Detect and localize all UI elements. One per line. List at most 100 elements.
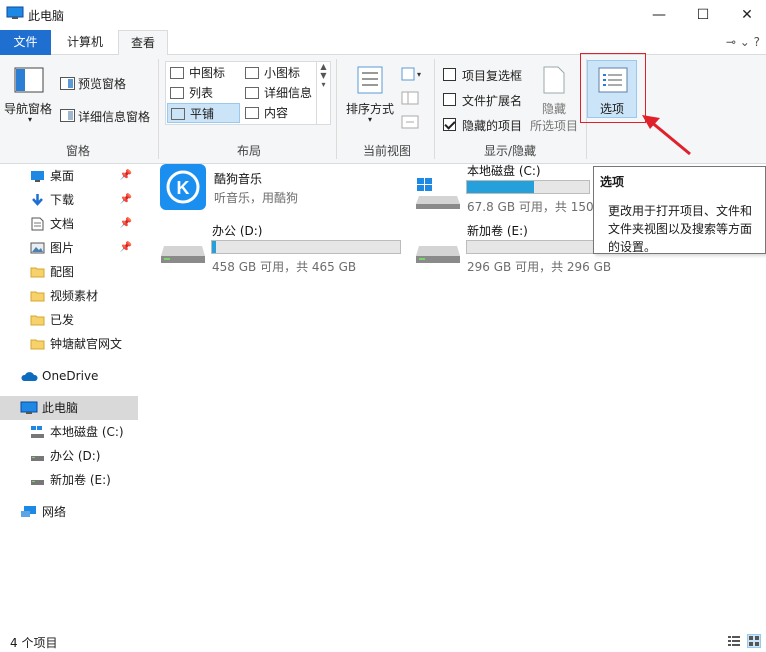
pin-icon: 📌	[119, 242, 132, 253]
details-pane-icon	[60, 109, 75, 122]
nav-item-drive-d[interactable]: 办公 (D:)	[0, 444, 138, 468]
nav-item-folder[interactable]: 已发	[0, 308, 138, 332]
red-arrow-icon	[642, 115, 691, 156]
nav-item-label: 本地磁盘 (C:)	[50, 425, 124, 439]
nav-item-drive-c[interactable]: 本地磁盘 (C:)	[0, 420, 138, 444]
pin-icon: 📌	[119, 170, 132, 181]
navigation-pane-label: 导航窗格	[4, 102, 53, 116]
nav-item-label: 图片	[50, 241, 75, 255]
options-tooltip: 选项 更改用于打开项目、文件和文件夹视图以及搜索等方面的设置。	[593, 166, 766, 254]
maximize-button[interactable]: ☐	[680, 0, 726, 30]
windows-drive-icon	[416, 178, 460, 209]
details-icon	[245, 87, 259, 99]
details-pane-button[interactable]: 详细信息窗格	[78, 108, 150, 125]
divider	[158, 59, 159, 159]
nav-item-folder[interactable]: 配图	[0, 260, 138, 284]
folder-icon	[30, 315, 45, 326]
group-by-icon[interactable]: ▾	[401, 67, 425, 81]
tab-view[interactable]: 查看	[118, 30, 169, 56]
layout-item-label: 详细信息	[264, 86, 313, 100]
kugou-music-icon: K	[160, 164, 206, 210]
layout-group-label: 布局	[236, 144, 261, 158]
size-columns-icon[interactable]	[401, 115, 419, 129]
preview-pane-button[interactable]: 预览窗格	[78, 75, 126, 92]
document-icon	[31, 217, 44, 231]
nav-item-label: 网络	[42, 505, 67, 519]
nav-item-this-pc[interactable]: 此电脑	[0, 396, 138, 420]
nav-item-drive-e[interactable]: 新加卷 (E:)	[0, 468, 138, 492]
tiles-view-icon[interactable]	[747, 634, 761, 648]
divider	[434, 59, 435, 159]
nav-item-label: 此电脑	[42, 401, 79, 415]
layout-medium-icons[interactable]: 中图标	[167, 63, 239, 83]
layout-item-label: 列表	[189, 86, 214, 100]
nav-item-onedrive[interactable]: OneDrive	[0, 364, 138, 388]
title-bar: 此电脑 — ☐ ✕	[0, 0, 766, 30]
drive-name: 新加卷 (E:)	[467, 224, 528, 238]
close-button[interactable]: ✕	[724, 0, 766, 30]
gallery-scrollbar[interactable]: ▲ ▼ ▾	[316, 62, 330, 124]
layout-small-icons[interactable]: 小图标	[242, 63, 316, 83]
sort-by-icon	[357, 66, 383, 94]
nav-item-desktop[interactable]: 桌面 📌	[0, 164, 138, 188]
window-title: 此电脑	[28, 9, 65, 23]
tab-file[interactable]: 文件	[0, 30, 51, 55]
drive-usage-bar	[466, 180, 590, 194]
layout-item-label: 平铺	[190, 107, 215, 121]
hide-selected-line1[interactable]: 隐藏	[542, 100, 566, 117]
drive-name: 办公 (D:)	[212, 224, 263, 238]
nav-item-label: 桌面	[50, 169, 75, 183]
tooltip-title: 选项	[600, 175, 625, 189]
windows-drive-icon	[31, 426, 44, 438]
drive-free-space: 67.8 GB 可用，共 150	[467, 200, 594, 214]
add-columns-icon[interactable]	[401, 91, 419, 105]
navigation-pane: 桌面 📌 下载 📌 文档 📌 图片 📌 配图 视频素材 已发 钟塘献官网文 On…	[0, 164, 140, 630]
hidden-items-checkbox[interactable]	[443, 118, 456, 131]
status-bar: 4 个项目	[0, 630, 766, 652]
nav-item-documents[interactable]: 文档 📌	[0, 212, 138, 236]
item-checkboxes-label: 项目复选框	[462, 69, 523, 83]
drive-usage-fill	[467, 181, 535, 193]
file-extensions-checkbox[interactable]	[443, 93, 456, 106]
layout-gallery: 中图标 小图标 列表 详细信息 平铺 内容 ▲ ▼ ▾	[165, 61, 331, 125]
layout-tiles[interactable]: 平铺	[167, 103, 240, 123]
drive-usage-bar	[466, 240, 606, 254]
drive-icon	[31, 480, 44, 485]
list-icon	[170, 87, 184, 99]
cloud-icon	[21, 372, 38, 381]
item-checkboxes-checkbox[interactable]	[443, 68, 456, 81]
drive-tile-c[interactable]: 本地磁盘 (C:) 67.8 GB 可用，共 150	[415, 164, 594, 214]
minimize-button[interactable]: —	[636, 0, 682, 30]
this-pc-icon	[20, 401, 38, 414]
svg-text:▾: ▾	[417, 70, 421, 79]
drive-icon	[31, 456, 44, 461]
nav-item-pictures[interactable]: 图片 📌	[0, 236, 138, 260]
nav-item-downloads[interactable]: 下载 📌	[0, 188, 138, 212]
hide-selected-line2[interactable]: 所选项目	[530, 117, 578, 134]
layout-details[interactable]: 详细信息	[242, 83, 316, 103]
layout-item-label: 中图标	[189, 66, 226, 80]
nav-item-folder[interactable]: 视频素材	[0, 284, 138, 308]
divider	[336, 59, 337, 159]
drive-icon	[161, 246, 205, 263]
pin-icon: 📌	[119, 218, 132, 229]
pane-group-label: 窗格	[65, 144, 90, 158]
layout-content[interactable]: 内容	[242, 103, 316, 123]
chevron-down-icon: ▾	[28, 115, 33, 124]
layout-list[interactable]: 列表	[167, 83, 239, 103]
tab-computer[interactable]: 计算机	[55, 30, 115, 55]
app-tile[interactable]: K 酷狗音乐 听音乐，用酷狗	[160, 164, 380, 212]
ribbon-controls[interactable]: ⊸ ⌄ ?	[726, 35, 760, 49]
nav-item-network[interactable]: 网络	[0, 500, 138, 524]
drive-free-space: 296 GB 可用，共 296 GB	[467, 260, 612, 274]
drive-usage-bar	[211, 240, 401, 254]
app-name: 酷狗音乐	[214, 172, 263, 186]
nav-item-label: 配图	[50, 265, 75, 279]
nav-item-folder[interactable]: 钟塘献官网文	[0, 332, 138, 356]
hide-selected-icon	[543, 66, 565, 94]
folder-icon	[30, 339, 45, 350]
drive-tile-e[interactable]: 新加卷 (E:) 296 GB 可用，共 296 GB	[415, 224, 615, 274]
details-view-icon[interactable]	[727, 634, 741, 648]
svg-text:K: K	[177, 178, 190, 198]
drive-tile-d[interactable]: 办公 (D:) 458 GB 可用，共 465 GB	[160, 224, 405, 274]
